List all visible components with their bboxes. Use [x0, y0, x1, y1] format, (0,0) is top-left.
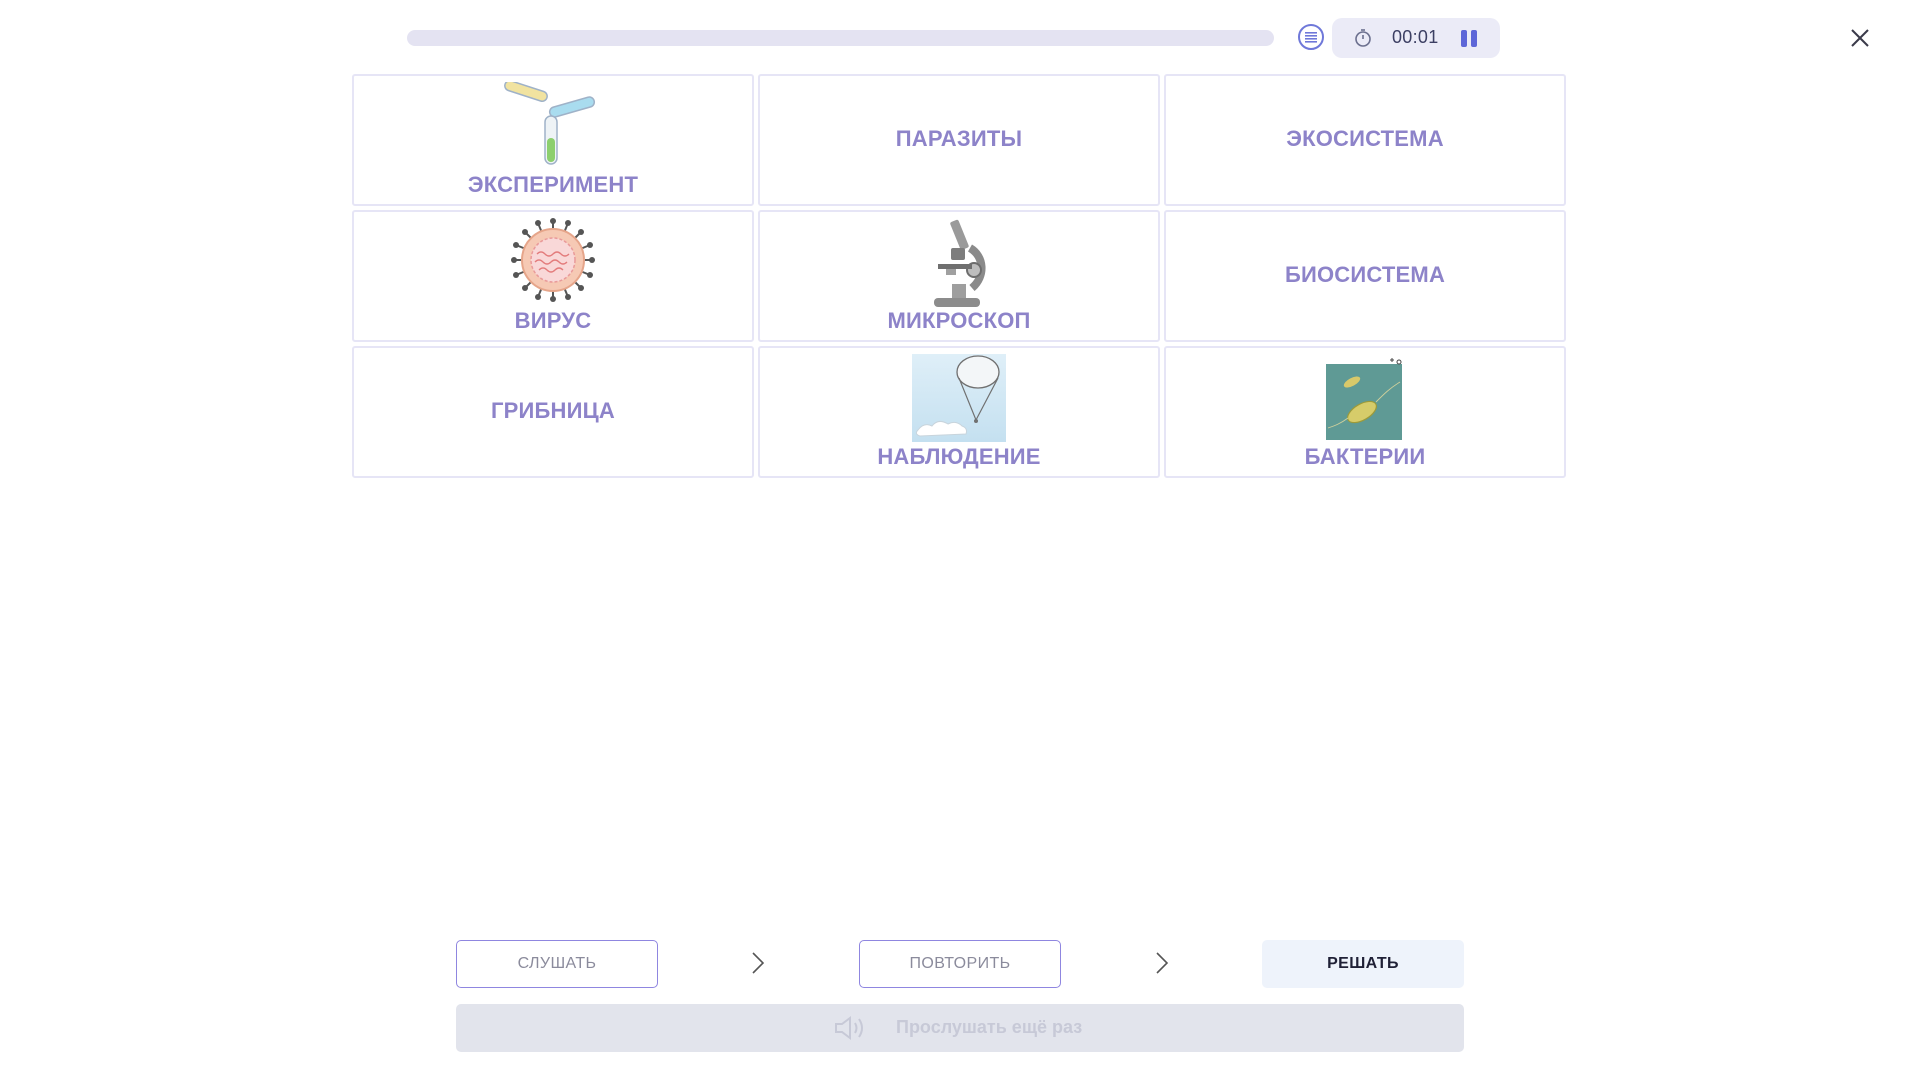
card-label: ПАРАЗИТЫ — [895, 126, 1023, 151]
close-icon[interactable] — [1846, 24, 1874, 52]
card-label: ЭКОСИСТЕМА — [1286, 126, 1444, 151]
replay-button[interactable]: Прослушать ещё раз — [456, 1004, 1464, 1052]
card-label: ЭКСПЕРИМЕНТ — [467, 172, 639, 197]
replay-label: Прослушать ещё раз — [896, 1017, 1083, 1037]
chevron-right-icon — [1156, 952, 1169, 974]
progress-bar — [407, 30, 1274, 46]
card-label: ГРИБНИЦА — [490, 398, 616, 423]
bacteria-micrograph-image — [1326, 358, 1402, 440]
card-label: МИКРОСКОП — [887, 308, 1031, 333]
speaker-icon — [835, 1016, 863, 1040]
pause-button[interactable] — [1459, 28, 1481, 48]
card-label: БАКТЕРИИ — [1304, 444, 1426, 469]
card-biosystem[interactable]: БИОСИСТЕМА — [1164, 210, 1566, 342]
stopwatch-icon — [1355, 29, 1371, 47]
card-bacteria[interactable]: БАКТЕРИИ — [1164, 346, 1566, 478]
listen-button[interactable]: СЛУШАТЬ — [456, 940, 658, 988]
card-virus[interactable]: ВИРУС — [352, 210, 754, 342]
test-tubes-image — [504, 82, 596, 165]
repeat-button[interactable]: ПОВТОРИТЬ — [859, 940, 1061, 988]
observation-balloon-image — [912, 354, 1006, 442]
card-observation[interactable]: НАБЛЮДЕНИЕ — [758, 346, 1160, 478]
card-microscope[interactable]: МИКРОСКОП — [758, 210, 1160, 342]
microscope-image — [934, 219, 986, 307]
pause-icon — [1461, 30, 1467, 47]
card-label: НАБЛЮДЕНИЕ — [877, 444, 1041, 469]
list-icon — [1305, 32, 1317, 43]
task-list-button[interactable] — [1298, 24, 1324, 50]
card-parasites[interactable]: ПАРАЗИТЫ — [758, 74, 1160, 206]
card-label: ВИРУС — [514, 308, 592, 333]
card-experiment[interactable]: ЭКСПЕРИМЕНТ — [352, 74, 754, 206]
card-mycelium[interactable]: ГРИБНИЦА — [352, 346, 754, 478]
virus-image — [511, 218, 595, 302]
word-grid: ЭКСПЕРИМЕНТ ПАРАЗИТЫ ЭКОСИСТЕМА ВИРУС МИ… — [352, 74, 1566, 478]
timer: 00:01 — [1332, 18, 1500, 58]
card-label: БИОСИСТЕМА — [1284, 262, 1446, 287]
card-ecosystem[interactable]: ЭКОСИСТЕМА — [1164, 74, 1566, 206]
chevron-right-icon — [752, 952, 765, 974]
solve-button[interactable]: РЕШАТЬ — [1262, 940, 1464, 988]
